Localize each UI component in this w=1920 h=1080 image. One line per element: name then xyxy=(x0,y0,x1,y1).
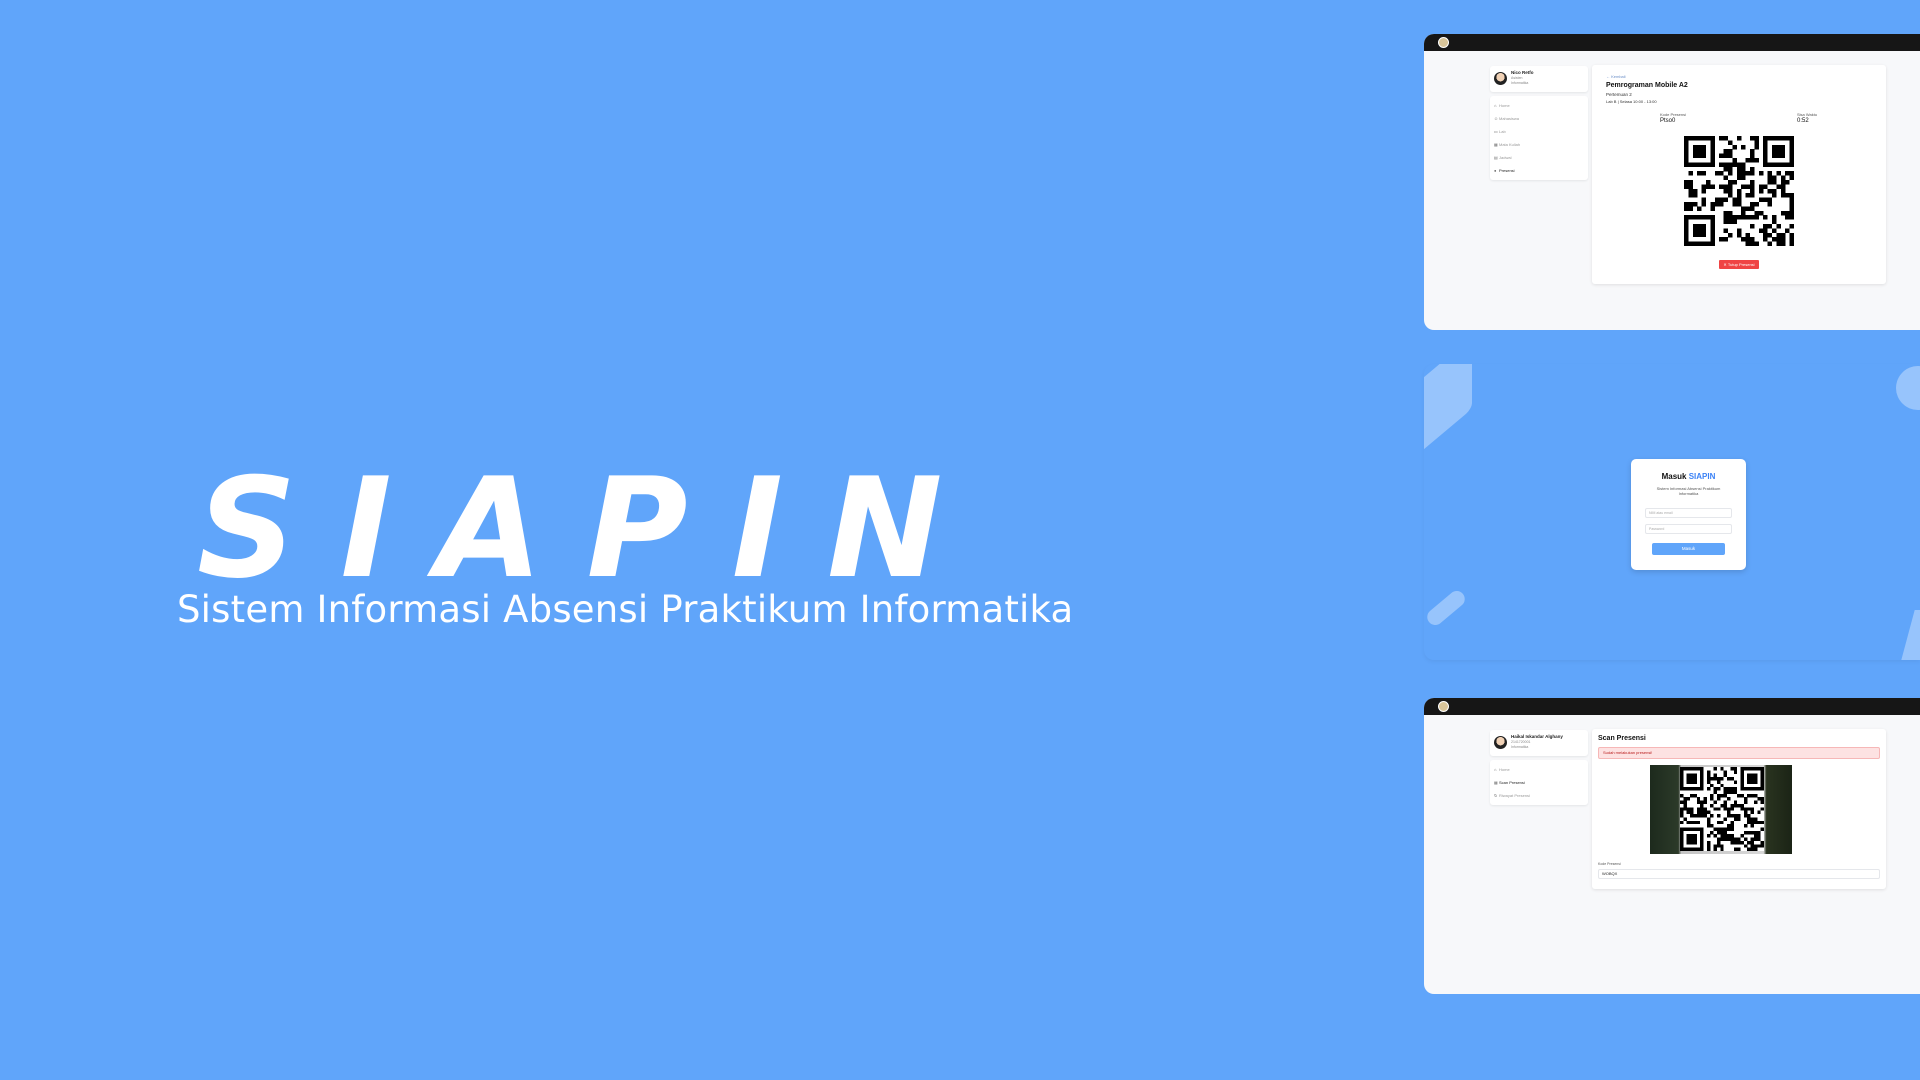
back-link[interactable]: ← Kembali xyxy=(1606,74,1626,79)
password-field[interactable]: Password xyxy=(1645,524,1732,534)
profile-nim: 2141720001 xyxy=(1511,740,1531,744)
sidebar-item-home[interactable]: ⌂ Home xyxy=(1494,763,1584,776)
sidebar-item-label: Riwayat Presensi xyxy=(1499,793,1530,798)
sidebar-menu: ⌂ Home ☺Mahasiswa ▭Lab ▦Mata Kuliah ▤Jadwal ● P… xyxy=(1490,96,1588,180)
profile-dept: Informatika xyxy=(1511,81,1529,85)
avatar xyxy=(1494,736,1507,749)
sidebar-item-label: Jadwal xyxy=(1499,155,1512,160)
profile-name: Haikal Iskandar Alghany xyxy=(1511,734,1563,739)
sidebar-item-riwayat-presensi[interactable]: ↻ Riwayat Presensi xyxy=(1494,789,1584,802)
sidebar-item-label: Scan Presensi xyxy=(1499,780,1525,785)
sidebar-item-scan-presensi[interactable]: ▦Scan Presensi xyxy=(1494,776,1584,789)
login-title: Masuk SIAPIN xyxy=(1631,472,1746,481)
sidebar-item-lab[interactable]: ▭Lab xyxy=(1494,125,1584,138)
sidebar-item-presensi[interactable]: ● Presensi xyxy=(1494,164,1584,177)
sidebar-item-label: Lab xyxy=(1499,129,1506,134)
sidebar-item-jadwal[interactable]: ▤Jadwal xyxy=(1494,151,1584,164)
qr-code-icon xyxy=(1684,136,1794,246)
sidebar-item-mata-kuliah[interactable]: ▦Mata Kuliah xyxy=(1494,138,1584,151)
avatar xyxy=(1494,72,1507,85)
close-presensi-button[interactable]: ✕ Tutup Presensi xyxy=(1719,260,1759,269)
decor-shape xyxy=(1896,366,1920,410)
meeting-label: Pertemuan 2 xyxy=(1606,92,1632,97)
course-title: Pemrograman Mobile A2 xyxy=(1606,82,1688,89)
code-label: Kode Presensi xyxy=(1660,112,1687,117)
screenshot-login: Masuk SIAPIN Sistem Informasi Absensi Pr… xyxy=(1424,364,1920,660)
sidebar-item-home[interactable]: ⌂ Home xyxy=(1494,99,1584,112)
university-logo-icon xyxy=(1438,37,1449,48)
camera-preview[interactable] xyxy=(1650,765,1792,854)
profile-card: Haikal Iskandar Alghany 2141720001 Infor… xyxy=(1490,730,1588,756)
university-logo-icon xyxy=(1438,701,1449,712)
sidebar-item-label: Presensi xyxy=(1499,168,1515,173)
top-bar xyxy=(1424,698,1920,715)
email-field[interactable]: NIM atau email xyxy=(1645,508,1732,518)
brand-title: SIAPIN xyxy=(197,448,987,609)
decor-shape xyxy=(1424,364,1472,460)
decor-shape xyxy=(1901,610,1920,660)
screenshot-teacher-presensi: Nico Retfo Asisten Informatika ⌂ Home ☺Mah… xyxy=(1424,34,1920,330)
time-value: 0:52 xyxy=(1797,118,1809,124)
sidebar-item-label: Mata Kuliah xyxy=(1499,142,1521,147)
login-description: Sistem Informasi Absensi Praktikum Infor… xyxy=(1656,486,1721,496)
sidebar-menu: ⌂ Home ▦Scan Presensi ↻ Riwayat Presensi xyxy=(1490,760,1588,805)
qr-code-icon xyxy=(1680,767,1764,851)
time-label: Sisa Waktu xyxy=(1797,112,1818,117)
scan-title: Scan Presensi xyxy=(1598,735,1646,742)
alert-message: Sudah melakukan presensi! xyxy=(1598,747,1880,759)
profile-role: Asisten xyxy=(1511,76,1523,80)
code-label: Kode Presensi xyxy=(1598,862,1621,866)
top-bar xyxy=(1424,34,1920,51)
screenshot-student-scan: Haikal Iskandar Alghany 2141720001 Infor… xyxy=(1424,698,1920,994)
hero: SIAPIN Sistem Informasi Absensi Praktiku… xyxy=(0,0,1160,1080)
code-value: Ptso0 xyxy=(1660,118,1676,124)
profile-card: Nico Retfo Asisten Informatika xyxy=(1490,66,1588,92)
room-time: Lab B | Selasa 10:00 - 13:00 xyxy=(1606,99,1657,104)
code-input[interactable]: WOBQX xyxy=(1598,869,1880,879)
sidebar-item-label: Mahasiswa xyxy=(1499,116,1520,121)
decor-shape xyxy=(1424,587,1468,629)
scan-card: Scan Presensi Sudah melakukan presensi! … xyxy=(1592,729,1886,889)
sidebar-item-label: Home xyxy=(1499,767,1510,772)
sidebar-item-label: Home xyxy=(1499,103,1510,108)
profile-name: Nico Retfo xyxy=(1511,70,1534,75)
login-card: Masuk SIAPIN Sistem Informasi Absensi Pr… xyxy=(1631,459,1746,570)
profile-dept: Informatika xyxy=(1511,745,1529,749)
brand-subtitle: Sistem Informasi Absensi Praktikum Infor… xyxy=(177,588,1074,631)
presensi-card: ← Kembali Pemrograman Mobile A2 Pertemua… xyxy=(1592,65,1886,284)
login-title-accent: SIAPIN xyxy=(1688,472,1716,481)
login-title-prefix: Masuk xyxy=(1661,472,1689,481)
sidebar-item-mahasiswa[interactable]: ☺Mahasiswa xyxy=(1494,112,1584,125)
login-button[interactable]: Masuk xyxy=(1652,543,1725,555)
